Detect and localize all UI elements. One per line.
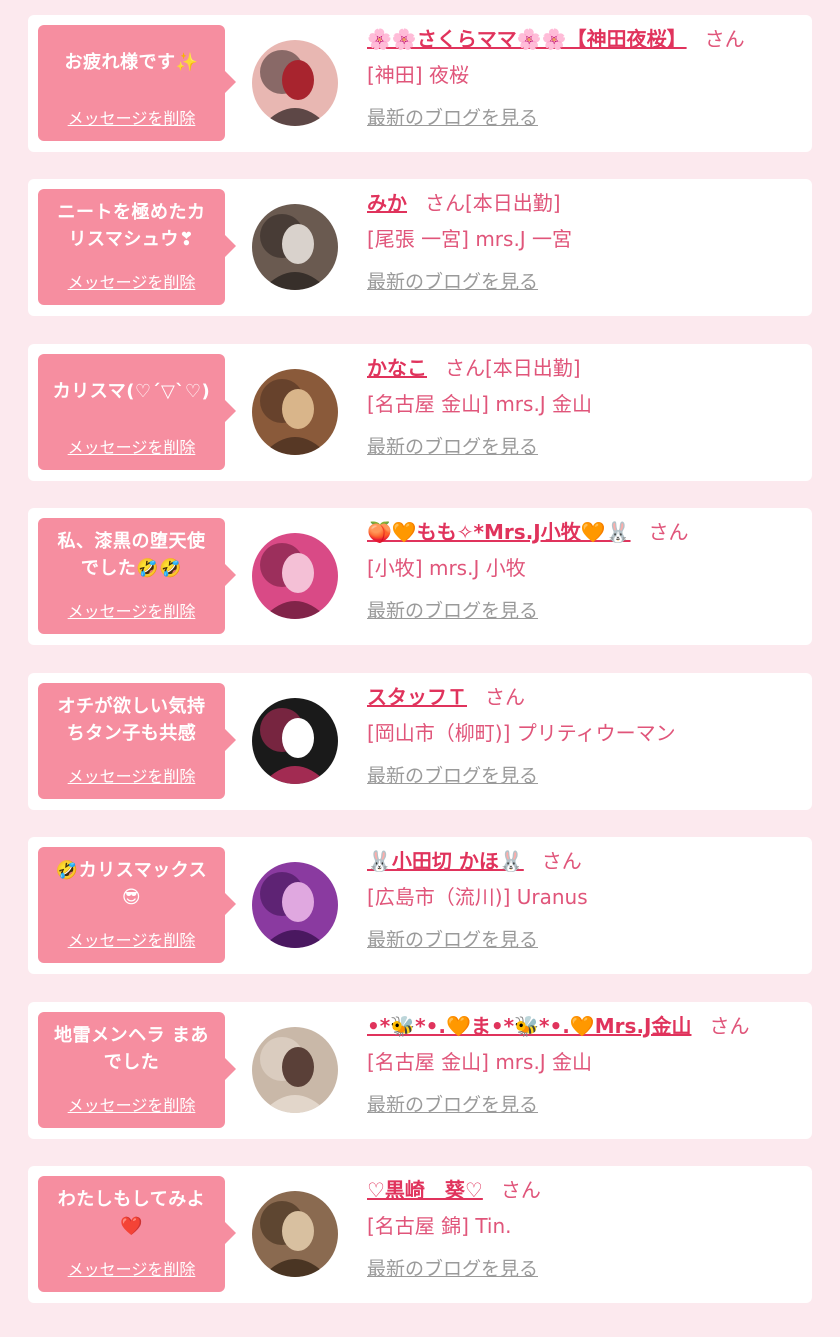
shop-label: [尾張 一宮] mrs.J 一宮	[367, 227, 573, 251]
delete-message-link[interactable]: メッセージを削除	[38, 434, 225, 458]
profile-name-link[interactable]: 🌸🌸さくらママ🌸🌸【神田夜桜】	[367, 27, 687, 51]
profile-name-link[interactable]: 🍑🧡もも✧*Mrs.J小牧🧡🐰	[367, 520, 631, 544]
message-card: ニートを極めたカ リスマシュウ❣ メッセージを削除 みか さん[本日出勤] [尾張…	[28, 179, 812, 316]
message-card: オチが欲しい気持 ちタン子も共感 メッセージを削除 スタッフＴ さん [岡山市（柳…	[28, 673, 812, 810]
avatar[interactable]	[252, 369, 338, 455]
message-text: 地雷メンヘラ まあ でした	[54, 1025, 209, 1073]
shop-label: [広島市（流川)] Uranus	[367, 885, 588, 909]
message-text: ニートを極めたカ リスマシュウ❣	[57, 202, 206, 250]
message-bubble: カリスマ(♡´▽`♡) メッセージを削除	[38, 354, 236, 470]
name-suffix: さん[本日出勤]	[445, 356, 581, 380]
latest-blog-link[interactable]: 最新のブログを見る	[367, 596, 538, 623]
avatar[interactable]	[252, 204, 338, 290]
latest-blog-link[interactable]: 最新のブログを見る	[367, 761, 538, 788]
message-text: お疲れ様です✨	[64, 51, 199, 73]
message-card: 地雷メンヘラ まあ でした メッセージを削除 •*🐝*•.🧡ま•*🐝*•.🧡Mr…	[28, 1002, 812, 1139]
profile-name-link[interactable]: みか	[367, 191, 407, 215]
message-bubble: 🤣カリスマックス 😎 メッセージを削除	[38, 847, 236, 963]
message-card: わたしもしてみよ ❤️ メッセージを削除 ♡黒崎 葵♡ さん [名古屋 錦] Ti…	[28, 1166, 812, 1303]
message-bubble: お疲れ様です✨ メッセージを削除	[38, 25, 236, 141]
latest-blog-link[interactable]: 最新のブログを見る	[367, 925, 538, 952]
message-card: カリスマ(♡´▽`♡) メッセージを削除 かなこ さん[本日出勤] [名古屋 金山…	[28, 344, 812, 481]
delete-message-link[interactable]: メッセージを削除	[38, 927, 225, 951]
delete-message-link[interactable]: メッセージを削除	[38, 1092, 225, 1116]
message-bubble: 私、漆黒の堕天使 でした🤣🤣 メッセージを削除	[38, 518, 236, 634]
name-suffix: さん	[709, 1014, 750, 1038]
message-bubble: ニートを極めたカ リスマシュウ❣ メッセージを削除	[38, 189, 236, 305]
avatar[interactable]	[252, 533, 338, 619]
message-text: わたしもしてみよ ❤️	[57, 1189, 206, 1237]
message-bubble: わたしもしてみよ ❤️ メッセージを削除	[38, 1176, 236, 1292]
shop-label: [名古屋 金山] mrs.J 金山	[367, 392, 593, 416]
latest-blog-link[interactable]: 最新のブログを見る	[367, 267, 538, 294]
latest-blog-link[interactable]: 最新のブログを見る	[367, 432, 538, 459]
message-text: 🤣カリスマックス 😎	[55, 860, 208, 908]
avatar[interactable]	[252, 1191, 338, 1277]
message-bubble: オチが欲しい気持 ちタン子も共感 メッセージを削除	[38, 683, 236, 799]
message-list: お疲れ様です✨ メッセージを削除 🌸🌸さくらママ🌸🌸【神田夜桜】 さん [神田] …	[0, 0, 840, 1337]
shop-label: [神田] 夜桜	[367, 63, 469, 87]
profile-name-link[interactable]: •*🐝*•.🧡ま•*🐝*•.🧡Mrs.J金山	[367, 1014, 691, 1038]
name-suffix: さん	[500, 1178, 541, 1202]
name-suffix: さん	[485, 685, 525, 709]
delete-message-link[interactable]: メッセージを削除	[38, 598, 225, 622]
message-text: オチが欲しい気持 ちタン子も共感	[57, 696, 206, 744]
latest-blog-link[interactable]: 最新のブログを見る	[367, 103, 538, 130]
latest-blog-link[interactable]: 最新のブログを見る	[367, 1254, 538, 1281]
avatar[interactable]	[252, 40, 338, 126]
delete-message-link[interactable]: メッセージを削除	[38, 1256, 225, 1280]
profile-name-link[interactable]: 🐰小田切 かほ🐰	[367, 849, 524, 873]
message-card: 🤣カリスマックス 😎 メッセージを削除 🐰小田切 かほ🐰 さん [広島市（流川)]…	[28, 837, 812, 974]
message-text: カリスマ(♡´▽`♡)	[52, 380, 211, 402]
profile-name-link[interactable]: かなこ	[367, 356, 427, 380]
delete-message-link[interactable]: メッセージを削除	[38, 269, 225, 293]
message-card: お疲れ様です✨ メッセージを削除 🌸🌸さくらママ🌸🌸【神田夜桜】 さん [神田] …	[28, 15, 812, 152]
name-suffix: さん[本日出勤]	[425, 191, 561, 215]
profile-name-link[interactable]: ♡黒崎 葵♡	[367, 1178, 483, 1202]
profile-name-link[interactable]: スタッフＴ	[367, 685, 467, 709]
message-card: 私、漆黒の堕天使 でした🤣🤣 メッセージを削除 🍑🧡もも✧*Mrs.J小牧🧡🐰 さ…	[28, 508, 812, 645]
name-suffix: さん	[648, 520, 689, 544]
message-text: 私、漆黒の堕天使 でした🤣🤣	[57, 531, 206, 579]
avatar[interactable]	[252, 1027, 338, 1113]
avatar[interactable]	[252, 698, 338, 784]
avatar[interactable]	[252, 862, 338, 948]
name-suffix: さん	[704, 27, 745, 51]
shop-label: [名古屋 錦] Tin.	[367, 1214, 512, 1238]
latest-blog-link[interactable]: 最新のブログを見る	[367, 1090, 538, 1117]
name-suffix: さん	[541, 849, 582, 873]
delete-message-link[interactable]: メッセージを削除	[38, 763, 225, 787]
message-bubble: 地雷メンヘラ まあ でした メッセージを削除	[38, 1012, 236, 1128]
shop-label: [名古屋 金山] mrs.J 金山	[367, 1050, 593, 1074]
shop-label: [岡山市（柳町)] プリティウーマン	[367, 721, 676, 745]
delete-message-link[interactable]: メッセージを削除	[38, 105, 225, 129]
shop-label: [小牧] mrs.J 小牧	[367, 556, 526, 580]
